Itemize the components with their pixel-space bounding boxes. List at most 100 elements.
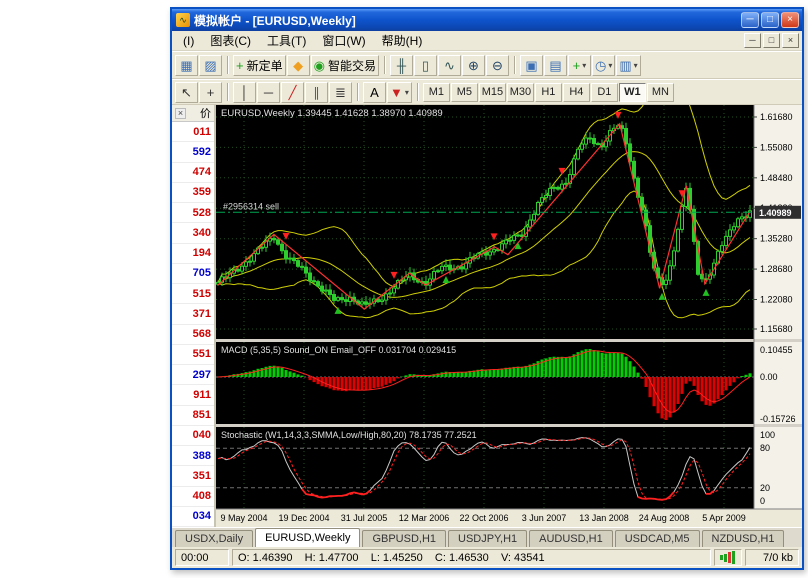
status-ohlcv: O: 1.46390 H: 1.47700 L: 1.45250 C: 1.46… (232, 549, 711, 566)
zoom-out-button[interactable]: ⊖ (485, 54, 509, 76)
indicators-button[interactable]: + ▾ (567, 54, 591, 76)
current-price-value: 1.40989 (759, 208, 792, 218)
market-watch-row[interactable]: 851 (172, 406, 214, 426)
tab-audusd-h1[interactable]: AUDUSD,H1 (529, 530, 613, 547)
cursor-button[interactable]: ↖ (175, 81, 198, 103)
trendline-button[interactable]: ╱ (281, 81, 304, 103)
mdi-restore-button[interactable]: □ (763, 33, 780, 48)
toolbar-separator (357, 83, 359, 101)
periods-icon: ◷ (594, 57, 607, 73)
toolbar-separator (416, 83, 419, 101)
channel-button[interactable]: ∥ (305, 81, 328, 103)
fibonacci-button[interactable]: ≣ (329, 81, 352, 103)
horizontal-line-button[interactable]: ─ (257, 81, 280, 103)
stochastic-axis-label: 20 (760, 483, 770, 493)
market-watch-row[interactable]: 705 (172, 264, 214, 284)
tab-usdcad-m5[interactable]: USDCAD,M5 (614, 530, 700, 547)
templates-button[interactable]: ▥ ▾ (616, 54, 641, 76)
market-watch-row[interactable]: 297 (172, 365, 214, 386)
toolbar-separator (227, 83, 229, 101)
timeframe-m1[interactable]: M1 (422, 82, 450, 102)
indicators-icon: + (572, 57, 581, 73)
timeframe-h4[interactable]: H4 (562, 82, 590, 102)
market-watch-close-icon[interactable]: × (175, 107, 186, 119)
timeframe-m30[interactable]: M30 (506, 82, 534, 102)
toolbar-separator (227, 56, 229, 74)
timeframe-m5[interactable]: M5 (450, 82, 478, 102)
text-label-button[interactable]: A (363, 81, 386, 103)
menu-item-charts[interactable]: 图表(C) (202, 32, 259, 50)
market-watch-row[interactable]: 011 (172, 122, 214, 143)
bar-chart-icon: ╫ (396, 57, 407, 73)
restore-button[interactable]: □ (761, 12, 779, 28)
vertical-line-icon: │ (240, 84, 249, 100)
close-button[interactable]: × (781, 12, 799, 28)
profiles-button[interactable]: ▨ (199, 54, 222, 76)
periods-button[interactable]: ◷ ▾ (591, 54, 616, 76)
mdi-close-button[interactable]: × (782, 33, 799, 48)
menu-item-insert[interactable]: (I) (175, 32, 202, 50)
price-axis-label: 1.28680 (760, 264, 793, 274)
market-watch-row[interactable]: 040 (172, 426, 214, 446)
zoom-in-button[interactable]: ⊕ (461, 54, 485, 76)
fibonacci-icon: ≣ (335, 84, 346, 100)
stochastic-axis-label: 80 (760, 443, 770, 453)
arrows-button[interactable]: ▼ ▾ (387, 81, 412, 103)
menu-item-help[interactable]: 帮助(H) (374, 32, 431, 50)
market-watch-row[interactable]: 515 (172, 284, 214, 305)
market-watch-row[interactable]: 911 (172, 385, 214, 406)
tab-gbpusd-h1[interactable]: GBPUSD,H1 (362, 530, 447, 547)
tab-nzdusd-h1[interactable]: NZDUSD,H1 (701, 530, 785, 547)
market-watch-row[interactable]: 034 (172, 507, 214, 527)
market-watch-row[interactable]: 568 (172, 325, 214, 345)
bar-chart-button[interactable]: ╫ (389, 54, 413, 76)
market-watch-row[interactable]: 408 (172, 487, 214, 507)
timeframe-mn[interactable]: MN (646, 82, 674, 102)
metaeditor-button[interactable]: ◆ (286, 54, 310, 76)
tab-usdjpy-h1[interactable]: USDJPY,H1 (448, 530, 528, 547)
stochastic-axis-label: 0 (760, 496, 765, 506)
date-axis-label: 31 Jul 2005 (341, 513, 388, 523)
market-watch-row[interactable]: 194 (172, 244, 214, 264)
tab-eurusd-weekly[interactable]: EURUSD,Weekly (255, 528, 361, 547)
dropdown-arrow-icon: ▾ (633, 60, 638, 70)
timeframe-m15[interactable]: M15 (478, 82, 506, 102)
market-watch-row[interactable]: 592 (172, 142, 214, 163)
new-order-button[interactable]: + 新定单 (233, 54, 286, 76)
market-watch-row[interactable]: 388 (172, 446, 214, 467)
market-watch-row[interactable]: 351 (172, 466, 214, 487)
timeframe-w1[interactable]: W1 (618, 82, 646, 102)
date-axis-label: 12 Mar 2006 (399, 513, 450, 523)
line-chart-button[interactable]: ∿ (437, 54, 461, 76)
minimize-button[interactable]: ─ (741, 12, 759, 28)
toolbar-separator (513, 56, 516, 74)
text-label-icon: A (370, 84, 379, 100)
chart-area[interactable]: #2956314 sell EURUSD,Weekly 1.39445 1.416… (216, 105, 802, 527)
panel-divider[interactable] (216, 424, 802, 427)
vertical-line-button[interactable]: │ (233, 81, 256, 103)
market-watch-row[interactable]: 340 (172, 223, 214, 244)
timeframe-h1[interactable]: H1 (534, 82, 562, 102)
tile-windows-button[interactable]: ▣ (519, 54, 543, 76)
menu-item-window[interactable]: 窗口(W) (314, 32, 373, 50)
mdi-minimize-button[interactable]: ─ (744, 33, 761, 48)
date-axis-label: 22 Oct 2006 (459, 513, 508, 523)
cascade-windows-button[interactable]: ▤ (543, 54, 567, 76)
horizontal-line-icon: ─ (263, 84, 274, 100)
new-order-label: 新定单 (246, 58, 283, 73)
timeframe-d1[interactable]: D1 (590, 82, 618, 102)
menu-item-tools[interactable]: 工具(T) (259, 32, 314, 50)
tab-usdx-daily[interactable]: USDX,Daily (175, 530, 254, 547)
market-watch-row[interactable]: 359 (172, 183, 214, 203)
trendline-icon: ╱ (288, 84, 297, 100)
candlestick-chart-button[interactable]: ▯ (413, 54, 437, 76)
title-bar[interactable]: ∿ 模拟帐户 - [EURUSD,Weekly] ─ □ × (172, 9, 802, 31)
market-watch-row[interactable]: 551 (172, 345, 214, 365)
market-watch-row[interactable]: 528 (172, 203, 214, 224)
crosshair-button[interactable]: + (199, 81, 222, 103)
panel-divider[interactable] (216, 339, 802, 342)
market-watch-row[interactable]: 474 (172, 163, 214, 183)
new-chart-button[interactable]: ▦ (175, 54, 198, 76)
market-watch-row[interactable]: 371 (172, 304, 214, 325)
expert-advisors-button[interactable]: ◉ 智能交易 (310, 54, 379, 76)
